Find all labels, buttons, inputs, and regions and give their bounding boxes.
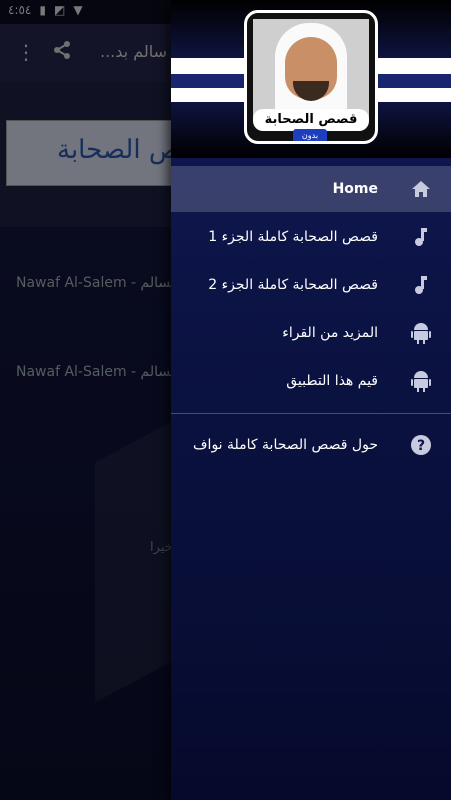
menu-item-label: قصص الصحابة كاملة الجزء 2 [208, 277, 378, 293]
menu-item-label: حول قصص الصحابة كاملة نواف [193, 437, 378, 453]
menu-item-label: قيم هذا التطبيق [286, 373, 378, 389]
android-icon [409, 321, 433, 345]
menu-divider [171, 413, 451, 414]
music-note-icon [409, 273, 433, 297]
cover-badge: بدون انترنت [293, 129, 327, 141]
help-icon: ? [409, 433, 433, 457]
menu-item-about[interactable]: حول قصص الصحابة كاملة نواف ? [171, 422, 451, 468]
menu-item-label: المزيد من القراء [282, 325, 378, 341]
home-icon [409, 177, 433, 201]
svg-text:?: ? [417, 438, 425, 454]
menu-item-more-reciters[interactable]: المزيد من القراء [171, 310, 451, 356]
app-cover-image: قصص الصحابة بدون انترنت [244, 10, 378, 144]
menu-item-label: قصص الصحابة كاملة الجزء 1 [208, 229, 378, 245]
menu-item-label: Home [332, 181, 378, 197]
menu-item-rate-app[interactable]: قيم هذا التطبيق [171, 358, 451, 404]
menu-item-part-1[interactable]: قصص الصحابة كاملة الجزء 1 [171, 214, 451, 260]
cover-title: قصص الصحابة [253, 109, 369, 131]
music-note-icon [409, 225, 433, 249]
menu-item-home[interactable]: Home [171, 166, 451, 212]
navigation-drawer: قصص الصحابة بدون انترنت Home قصص الصحابة… [171, 0, 451, 800]
reciter-photo [253, 19, 369, 119]
android-icon [409, 369, 433, 393]
drawer-header: قصص الصحابة بدون انترنت [171, 0, 451, 158]
menu-item-part-2[interactable]: قصص الصحابة كاملة الجزء 2 [171, 262, 451, 308]
